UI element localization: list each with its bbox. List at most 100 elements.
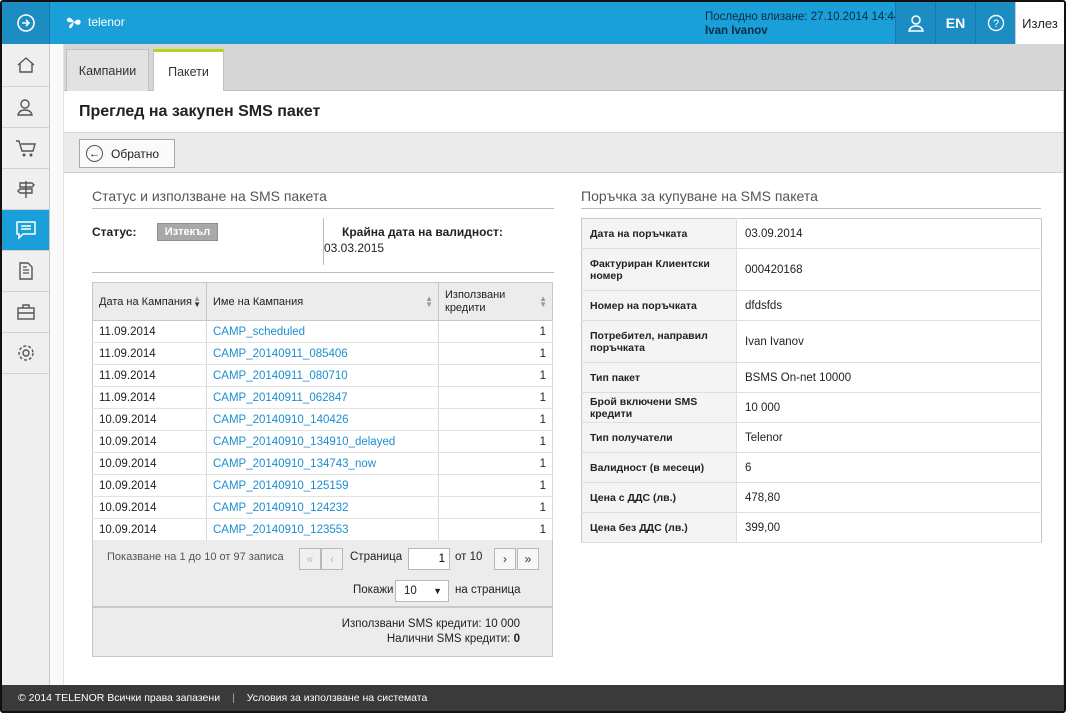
back-button[interactable]: ← Обратно xyxy=(79,139,175,168)
sidebar-item-shop[interactable] xyxy=(2,128,49,169)
per-page-select[interactable]: 10 ▼ xyxy=(395,580,449,602)
campaign-name-link[interactable]: CAMP_20140911_062847 xyxy=(206,386,439,409)
campaign-name-link[interactable]: CAMP_20140910_134743_now xyxy=(206,452,439,475)
campaign-credits: 1 xyxy=(438,342,553,365)
page-header: Преглед на закупен SMS пакет xyxy=(64,91,1064,133)
page-label: Страница xyxy=(350,551,403,563)
app-window: telenor Последно влизане: 27.10.2014 14:… xyxy=(0,0,1066,713)
order-detail-row: Валидност (в месеци) 6 xyxy=(581,452,1042,483)
page-number-input[interactable] xyxy=(408,548,450,570)
prev-page-button[interactable]: ‹ xyxy=(321,548,343,570)
telenor-logo: telenor xyxy=(64,12,125,32)
order-detail-row: Цена без ДДС (лв.) 399,00 xyxy=(581,512,1042,543)
footer: © 2014 TELENOR Всички права запазени | У… xyxy=(2,685,1064,711)
language-button[interactable]: EN xyxy=(935,2,975,44)
briefcase-icon xyxy=(16,304,35,320)
order-detail-row: Тип пакет BSMS On-net 10000 xyxy=(581,362,1042,393)
table-row: 11.09.2014 CAMP_20140911_062847 1 xyxy=(92,386,553,409)
help-button[interactable]: ? xyxy=(975,2,1015,44)
divider xyxy=(92,208,554,209)
available-credits-value: 0 xyxy=(513,633,520,645)
logout-button[interactable]: Излез xyxy=(1015,2,1064,44)
tab-packages[interactable]: Пакети xyxy=(153,49,224,92)
campaign-date: 10.09.2014 xyxy=(92,474,207,497)
sidebar-item-home[interactable] xyxy=(2,44,49,87)
tab-campaigns[interactable]: Кампании xyxy=(66,49,149,91)
pagination-info: Показване на 1 до 10 от 97 записа xyxy=(107,551,284,563)
terms-link[interactable]: Условия за използване на системата xyxy=(247,692,428,704)
campaign-credits: 1 xyxy=(438,386,553,409)
last-login-text: Последно влизане: 27.10.2014 14:44 xyxy=(705,11,901,23)
sidebar-item-documents[interactable] xyxy=(2,251,49,292)
sidebar-item-messages[interactable] xyxy=(2,210,49,251)
sidebar-item-business[interactable] xyxy=(2,292,49,333)
campaign-name-link[interactable]: CAMP_20140911_080710 xyxy=(206,364,439,387)
campaign-table-body: 11.09.2014 CAMP_scheduled 1 11.09.2014 CAMP_… xyxy=(92,320,553,541)
campaign-credits: 1 xyxy=(438,320,553,343)
order-details-body: Дата на поръчката 03.09.2014 Фактуриран Кл… xyxy=(581,218,1042,543)
campaign-table: Дата на Кампания ▲ ▼ Име на Кампания ▲ ▼ Изп… xyxy=(92,282,553,541)
arrow-circle-icon xyxy=(16,14,35,32)
user-icon xyxy=(907,15,924,32)
campaign-date: 10.09.2014 xyxy=(92,496,207,519)
last-page-button[interactable]: » xyxy=(517,548,539,570)
back-arrow-icon: ← xyxy=(86,145,103,162)
sort-icon: ▲ ▼ xyxy=(193,294,201,309)
order-detail-value: 10 000 xyxy=(736,392,1042,423)
copyright-text: © 2014 TELENOR Всички права запазени xyxy=(18,692,221,704)
sidebar-item-settings[interactable] xyxy=(2,333,49,374)
sort-icon: ▲ ▼ xyxy=(425,294,433,309)
order-detail-value: 000420168 xyxy=(736,248,1042,291)
campaign-name-link[interactable]: CAMP_20140910_140426 xyxy=(206,408,439,431)
sidebar-gutter xyxy=(50,44,64,685)
profile-button[interactable] xyxy=(895,2,935,44)
table-row: 11.09.2014 CAMP_20140911_085406 1 xyxy=(92,342,553,365)
back-button-label: Обратно xyxy=(111,146,160,161)
campaign-name-link[interactable]: CAMP_20140911_085406 xyxy=(206,342,439,365)
sort-icon: ▲ ▼ xyxy=(539,294,547,309)
order-detail-value: 03.09.2014 xyxy=(736,218,1042,249)
column-header-label: Дата на Кампания xyxy=(99,295,193,308)
campaign-date: 11.09.2014 xyxy=(92,342,207,365)
campaign-name-link[interactable]: CAMP_20140910_124232 xyxy=(206,496,439,519)
campaign-name-link[interactable]: CAMP_20140910_125159 xyxy=(206,474,439,497)
menu-toggle-button[interactable] xyxy=(2,2,50,44)
campaign-credits: 1 xyxy=(438,408,553,431)
order-detail-row: Цена с ДДС (лв.) 478,80 xyxy=(581,482,1042,513)
user-icon xyxy=(16,99,33,116)
order-detail-key: Потребител, направил поръчката xyxy=(581,320,737,363)
campaign-name-link[interactable]: CAMP_scheduled xyxy=(206,320,439,343)
divider xyxy=(581,208,1041,209)
campaign-name-link[interactable]: CAMP_20140910_123553 xyxy=(206,518,439,541)
column-header-date[interactable]: Дата на Кампания ▲ ▼ xyxy=(92,282,207,321)
order-detail-value: dfdsfds xyxy=(736,290,1042,321)
campaign-credits: 1 xyxy=(438,364,553,387)
brand-name: telenor xyxy=(88,15,125,29)
table-header-row: Дата на Кампания ▲ ▼ Име на Кампания ▲ ▼ Изп… xyxy=(92,282,553,321)
sidebar-item-directions[interactable] xyxy=(2,169,49,210)
order-detail-row: Номер на поръчката dfdsfds xyxy=(581,290,1042,321)
campaign-credits: 1 xyxy=(438,474,553,497)
column-header-name[interactable]: Име на Кампания ▲ ▼ xyxy=(206,282,439,321)
order-detail-key: Валидност (в месеци) xyxy=(581,452,737,483)
show-label: Покажи xyxy=(353,584,394,596)
campaign-date: 10.09.2014 xyxy=(92,452,207,475)
page-total-label: от 10 xyxy=(455,551,483,563)
order-detail-value: Telenor xyxy=(736,422,1042,453)
sidebar-item-users[interactable] xyxy=(2,87,49,128)
campaign-name-link[interactable]: CAMP_20140910_134910_delayed xyxy=(206,430,439,453)
order-detail-key: Цена с ДДС (лв.) xyxy=(581,482,737,513)
campaign-date: 11.09.2014 xyxy=(92,386,207,409)
next-page-button[interactable]: › xyxy=(494,548,516,570)
campaign-date: 10.09.2014 xyxy=(92,430,207,453)
table-row: 10.09.2014 CAMP_20140910_134743_now 1 xyxy=(92,452,553,475)
tab-bar: Кампании Пакети xyxy=(64,44,1064,92)
campaign-credits: 1 xyxy=(438,452,553,475)
column-header-credits[interactable]: Използвани кредити ▲ ▼ xyxy=(438,282,553,321)
order-detail-key: Цена без ДДС (лв.) xyxy=(581,512,737,543)
first-page-button[interactable]: « xyxy=(299,548,321,570)
status-badge: Изтекъл xyxy=(157,223,218,241)
column-header-label: Използвани кредити xyxy=(445,288,506,314)
per-page-suffix: на страница xyxy=(455,584,521,596)
toolbar: ← Обратно xyxy=(64,133,1064,173)
